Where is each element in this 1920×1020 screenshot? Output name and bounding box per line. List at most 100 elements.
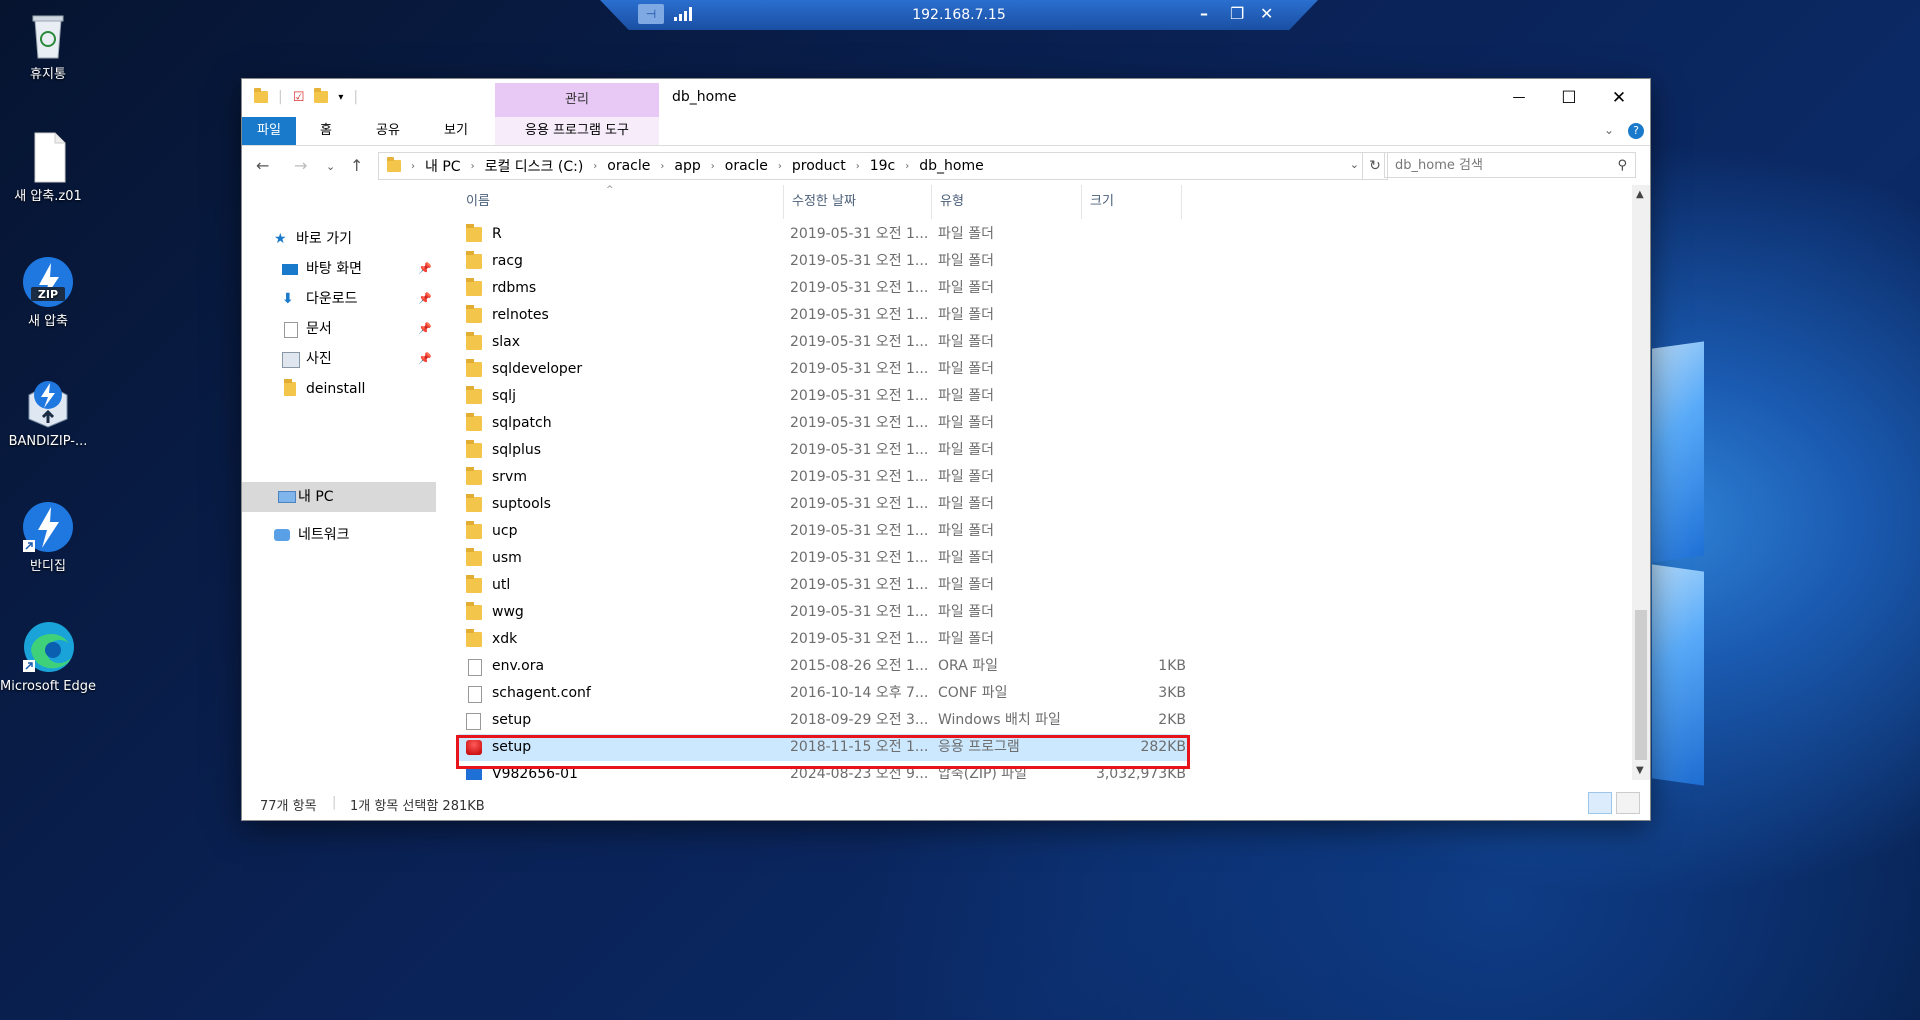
- properties-icon[interactable]: ☑: [293, 90, 305, 105]
- nav-label: deinstall: [306, 381, 366, 397]
- folder-icon: [466, 359, 482, 377]
- customize-qat-icon[interactable]: ▾: [338, 92, 343, 103]
- breadcrumb-segment[interactable]: 내 PC: [419, 156, 467, 176]
- chevron-right-icon[interactable]: ›: [852, 161, 864, 172]
- close-button[interactable]: ✕: [1596, 83, 1642, 113]
- nav-item-this-pc[interactable]: 내 PC: [242, 482, 436, 512]
- file-row[interactable]: sqlplus 2019-05-31 오전 1... 파일 폴더: [458, 437, 1188, 464]
- breadcrumb-segment[interactable]: oracle: [719, 158, 774, 174]
- file-row[interactable]: R 2019-05-31 오전 1... 파일 폴더: [458, 221, 1188, 248]
- picture-icon: [282, 352, 300, 368]
- address-row: ← → ⌄ ↑ › 내 PC › 로컬 디스크 (C:) › oracle › …: [242, 146, 1650, 184]
- remote-minimize-button[interactable]: –: [1200, 4, 1208, 23]
- file-row[interactable]: rdbms 2019-05-31 오전 1... 파일 폴더: [458, 275, 1188, 302]
- file-row[interactable]: setup 2018-09-29 오전 3... Windows 배치 파일 2KB: [458, 707, 1188, 734]
- file-row[interactable]: xdk 2019-05-31 오전 1... 파일 폴더: [458, 626, 1188, 653]
- address-dropdown-icon[interactable]: ⌄: [1350, 158, 1359, 171]
- chevron-right-icon[interactable]: ›: [467, 161, 479, 172]
- tab-application-tools[interactable]: 응용 프로그램 도구: [495, 117, 659, 145]
- file-row[interactable]: usm 2019-05-31 오전 1... 파일 폴더: [458, 545, 1188, 572]
- desktop-icon-bandizip-installer[interactable]: BANDIZIP-...: [0, 375, 96, 450]
- chevron-right-icon[interactable]: ›: [589, 161, 601, 172]
- details-view-button[interactable]: [1588, 792, 1612, 814]
- file-row[interactable]: suptools 2019-05-31 오전 1... 파일 폴더: [458, 491, 1188, 518]
- file-row[interactable]: ucp 2019-05-31 오전 1... 파일 폴더: [458, 518, 1188, 545]
- file-row[interactable]: schagent.conf 2016-10-14 오후 7... CONF 파일 3K…: [458, 680, 1188, 707]
- file-row[interactable]: wwg 2019-05-31 오전 1... 파일 폴더: [458, 599, 1188, 626]
- file-row[interactable]: srvm 2019-05-31 오전 1... 파일 폴더: [458, 464, 1188, 491]
- breadcrumb-segment[interactable]: 19c: [864, 158, 902, 174]
- chevron-right-icon[interactable]: ›: [407, 161, 419, 172]
- breadcrumb-segment[interactable]: oracle: [601, 158, 656, 174]
- column-header-size[interactable]: 크기: [1082, 185, 1182, 219]
- scroll-up-icon[interactable]: ▲: [1636, 189, 1644, 200]
- file-row[interactable]: sqldeveloper 2019-05-31 오전 1... 파일 폴더: [458, 356, 1188, 383]
- pin-icon[interactable]: 📌: [418, 285, 432, 313]
- new-folder-icon[interactable]: [314, 88, 329, 103]
- back-arrow-icon[interactable]: ←: [256, 156, 269, 175]
- chevron-right-icon[interactable]: ›: [656, 161, 668, 172]
- file-list: ^ 이름 수정한 날짜 유형 크기 R 2019-05-31 오전 1... 파일 …: [458, 185, 1632, 780]
- file-type: 파일 폴더: [938, 442, 994, 458]
- file-row[interactable]: utl 2019-05-31 오전 1... 파일 폴더: [458, 572, 1188, 599]
- folder-icon: [466, 575, 482, 593]
- file-row[interactable]: racg 2019-05-31 오전 1... 파일 폴더: [458, 248, 1188, 275]
- column-header-type[interactable]: 유형: [932, 185, 1082, 219]
- breadcrumb-segment[interactable]: app: [668, 158, 706, 174]
- scroll-down-icon[interactable]: ▼: [1636, 765, 1644, 776]
- breadcrumb-segment[interactable]: product: [786, 158, 852, 174]
- edge-icon: [21, 620, 75, 674]
- file-row[interactable]: relnotes 2019-05-31 오전 1... 파일 폴더: [458, 302, 1188, 329]
- breadcrumb-segment[interactable]: db_home: [913, 158, 989, 174]
- help-icon[interactable]: ?: [1628, 123, 1644, 139]
- desktop-icon-new-zip[interactable]: ZIP 새 압축: [0, 255, 96, 330]
- vertical-scrollbar[interactable]: ▲ ▼: [1632, 185, 1650, 780]
- maximize-button[interactable]: ☐: [1546, 83, 1592, 113]
- up-arrow-icon[interactable]: ↑: [350, 156, 363, 175]
- nav-item-deinstall[interactable]: deinstall: [242, 375, 436, 403]
- desktop-icon-recycle-bin[interactable]: 휴지통: [0, 8, 96, 83]
- desktop-icon-bandizip[interactable]: 반디집: [0, 500, 96, 575]
- file-row[interactable]: sqlj 2019-05-31 오전 1... 파일 폴더: [458, 383, 1188, 410]
- file-date: 2019-05-31 오전 1...: [790, 469, 929, 485]
- breadcrumb-segment[interactable]: 로컬 디스크 (C:): [479, 156, 590, 176]
- nav-item-network[interactable]: 네트워크: [242, 521, 436, 549]
- column-header-date[interactable]: 수정한 날짜: [784, 185, 932, 219]
- tab-view[interactable]: 보기: [432, 117, 480, 145]
- tab-share[interactable]: 공유: [364, 117, 412, 145]
- desktop-icon-label: 새 압축: [27, 314, 68, 329]
- column-header-name[interactable]: 이름: [458, 185, 784, 219]
- desktop-icon-zip-part[interactable]: 새 압축.z01: [0, 130, 96, 205]
- pin-icon[interactable]: 📌: [418, 315, 432, 343]
- large-icons-view-button[interactable]: [1616, 792, 1640, 814]
- search-input[interactable]: db_home 검색 ⚲: [1384, 152, 1636, 178]
- scrollbar-thumb[interactable]: [1635, 610, 1647, 760]
- pin-icon[interactable]: 📌: [418, 345, 432, 373]
- nav-item-pictures[interactable]: 사진 📌: [242, 345, 436, 373]
- remote-close-button[interactable]: ✕: [1260, 4, 1273, 23]
- file-row[interactable]: sqlpatch 2019-05-31 오전 1... 파일 폴더: [458, 410, 1188, 437]
- forward-arrow-icon[interactable]: →: [294, 156, 307, 175]
- expand-ribbon-icon[interactable]: ⌄: [1604, 123, 1614, 137]
- desktop-icon-edge[interactable]: Microsoft Edge: [0, 620, 96, 695]
- chevron-right-icon[interactable]: ›: [707, 161, 719, 172]
- address-bar[interactable]: › 내 PC › 로컬 디스크 (C:) › oracle › app › or…: [378, 152, 1388, 180]
- folder-icon: [284, 379, 296, 396]
- nav-item-desktop[interactable]: 바탕 화면 📌: [242, 255, 436, 283]
- tab-home[interactable]: 홈: [308, 117, 344, 145]
- tab-file[interactable]: 파일: [242, 117, 296, 145]
- pin-icon[interactable]: 📌: [418, 255, 432, 283]
- file-row[interactable]: slax 2019-05-31 오전 1... 파일 폴더: [458, 329, 1188, 356]
- chevron-right-icon[interactable]: ›: [774, 161, 786, 172]
- chevron-right-icon[interactable]: ›: [901, 161, 913, 172]
- recent-locations-icon[interactable]: ⌄: [326, 160, 335, 173]
- nav-item-documents[interactable]: 문서 📌: [242, 315, 436, 343]
- remote-restore-button[interactable]: ❐: [1230, 4, 1244, 23]
- file-date: 2019-05-31 오전 1...: [790, 334, 929, 350]
- minimize-button[interactable]: —: [1496, 83, 1542, 113]
- nav-quick-access[interactable]: ★ 바로 가기: [242, 225, 436, 253]
- nav-item-downloads[interactable]: ⬇ 다운로드 📌: [242, 285, 436, 313]
- file-name: sqlj: [492, 388, 516, 404]
- desktop-icon-label: 반디집: [30, 559, 66, 574]
- file-row[interactable]: env.ora 2015-08-26 오전 1... ORA 파일 1KB: [458, 653, 1188, 680]
